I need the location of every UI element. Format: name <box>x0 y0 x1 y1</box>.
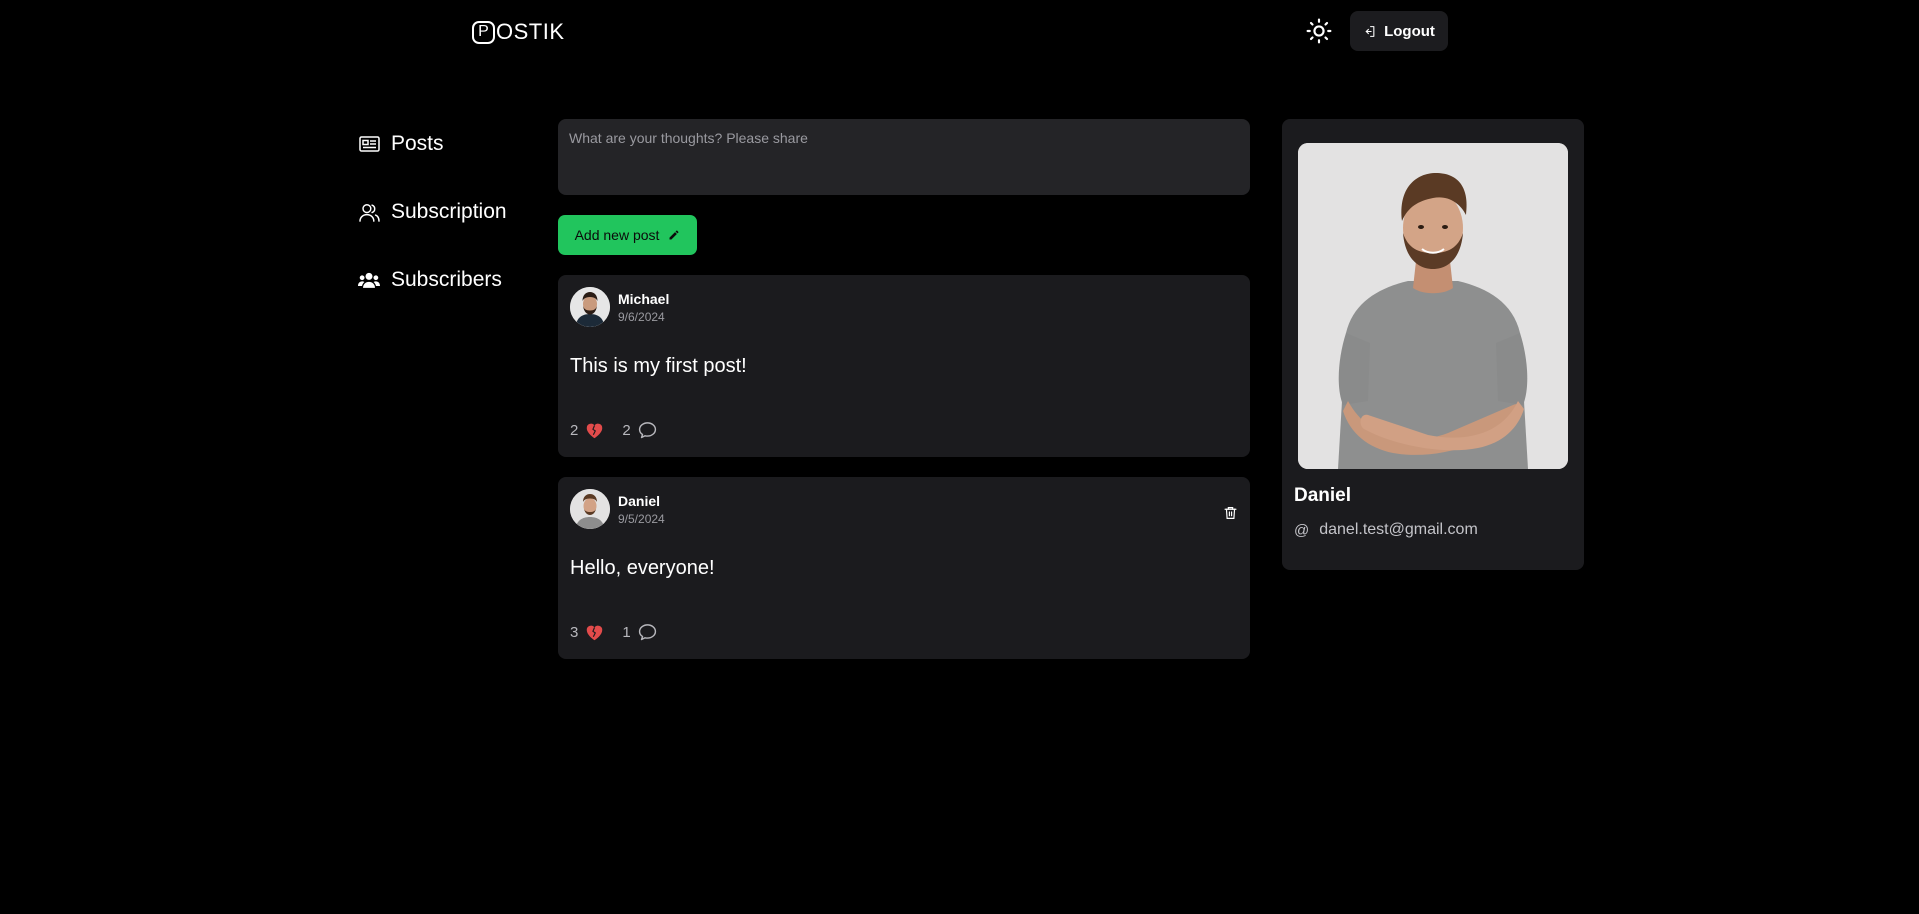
post-date: 9/6/2024 <box>618 310 665 324</box>
post-composer <box>558 119 1250 195</box>
sun-icon <box>1306 18 1332 44</box>
comment-button[interactable]: 2 <box>622 421 656 439</box>
sidebar-nav: Posts Subscription Subscribers <box>358 120 518 324</box>
app-logo[interactable]: P OSTIK <box>472 18 565 46</box>
sidebar-item-label: Subscribers <box>391 268 502 291</box>
user-icon <box>358 201 380 223</box>
logout-icon <box>1365 25 1375 37</box>
pencil-icon <box>669 230 679 240</box>
profile-card: Daniel @ danel.test@gmail.com <box>1282 119 1584 570</box>
comment-icon <box>638 422 656 439</box>
sidebar-item-subscription[interactable]: Subscription <box>358 188 518 256</box>
post-author[interactable]: Michael <box>618 291 669 307</box>
logout-button[interactable]: Logout <box>1350 11 1448 51</box>
sidebar-item-label: Subscription <box>391 200 507 223</box>
newspaper-icon <box>358 133 380 155</box>
logout-label: Logout <box>1384 22 1435 40</box>
add-new-post-button[interactable]: Add new post <box>558 215 697 255</box>
delete-post-button[interactable] <box>1220 503 1240 523</box>
sidebar-item-subscribers[interactable]: Subscribers <box>358 256 518 324</box>
sidebar-item-posts[interactable]: Posts <box>358 120 518 188</box>
app-header: P OSTIK Logout <box>0 0 1919 62</box>
like-count: 3 <box>570 623 579 641</box>
like-count: 2 <box>570 421 579 439</box>
post-stats: 3 1 <box>570 623 657 641</box>
trash-icon <box>1224 507 1236 519</box>
like-button[interactable]: 2 <box>570 422 604 439</box>
avatar[interactable] <box>570 489 610 529</box>
post-card: Daniel 9/5/2024 Hello, everyone! 3 1 <box>558 477 1250 659</box>
comment-count: 1 <box>622 623 631 641</box>
post-date: 9/5/2024 <box>618 512 665 526</box>
broken-heart-icon <box>587 423 603 438</box>
comment-count: 2 <box>622 421 631 439</box>
comment-button[interactable]: 1 <box>622 623 656 641</box>
post-content: This is my first post! <box>570 355 747 377</box>
logo-text: OSTIK <box>496 19 565 44</box>
profile-email: @ danel.test@gmail.com <box>1294 521 1478 539</box>
theme-toggle-button[interactable] <box>1304 16 1334 46</box>
logo-mark-letter: P <box>478 23 489 40</box>
at-icon: @ <box>1294 521 1310 539</box>
profile-name: Daniel <box>1294 485 1352 506</box>
broken-heart-icon <box>587 625 603 640</box>
post-card: Michael 9/6/2024 This is my first post! … <box>558 275 1250 457</box>
profile-email-text: danel.test@gmail.com <box>1319 521 1478 538</box>
like-button[interactable]: 3 <box>570 624 604 641</box>
post-input[interactable] <box>569 130 1239 184</box>
post-content: Hello, everyone! <box>570 557 715 579</box>
profile-photo <box>1298 143 1568 469</box>
logo-mark: P <box>472 20 495 44</box>
add-post-label: Add new post <box>574 227 660 243</box>
post-stats: 2 2 <box>570 421 657 439</box>
post-author[interactable]: Daniel <box>618 493 660 509</box>
sidebar-item-label: Posts <box>391 132 444 155</box>
avatar[interactable] <box>570 287 610 327</box>
users-icon <box>358 269 380 291</box>
comment-icon <box>638 624 656 641</box>
